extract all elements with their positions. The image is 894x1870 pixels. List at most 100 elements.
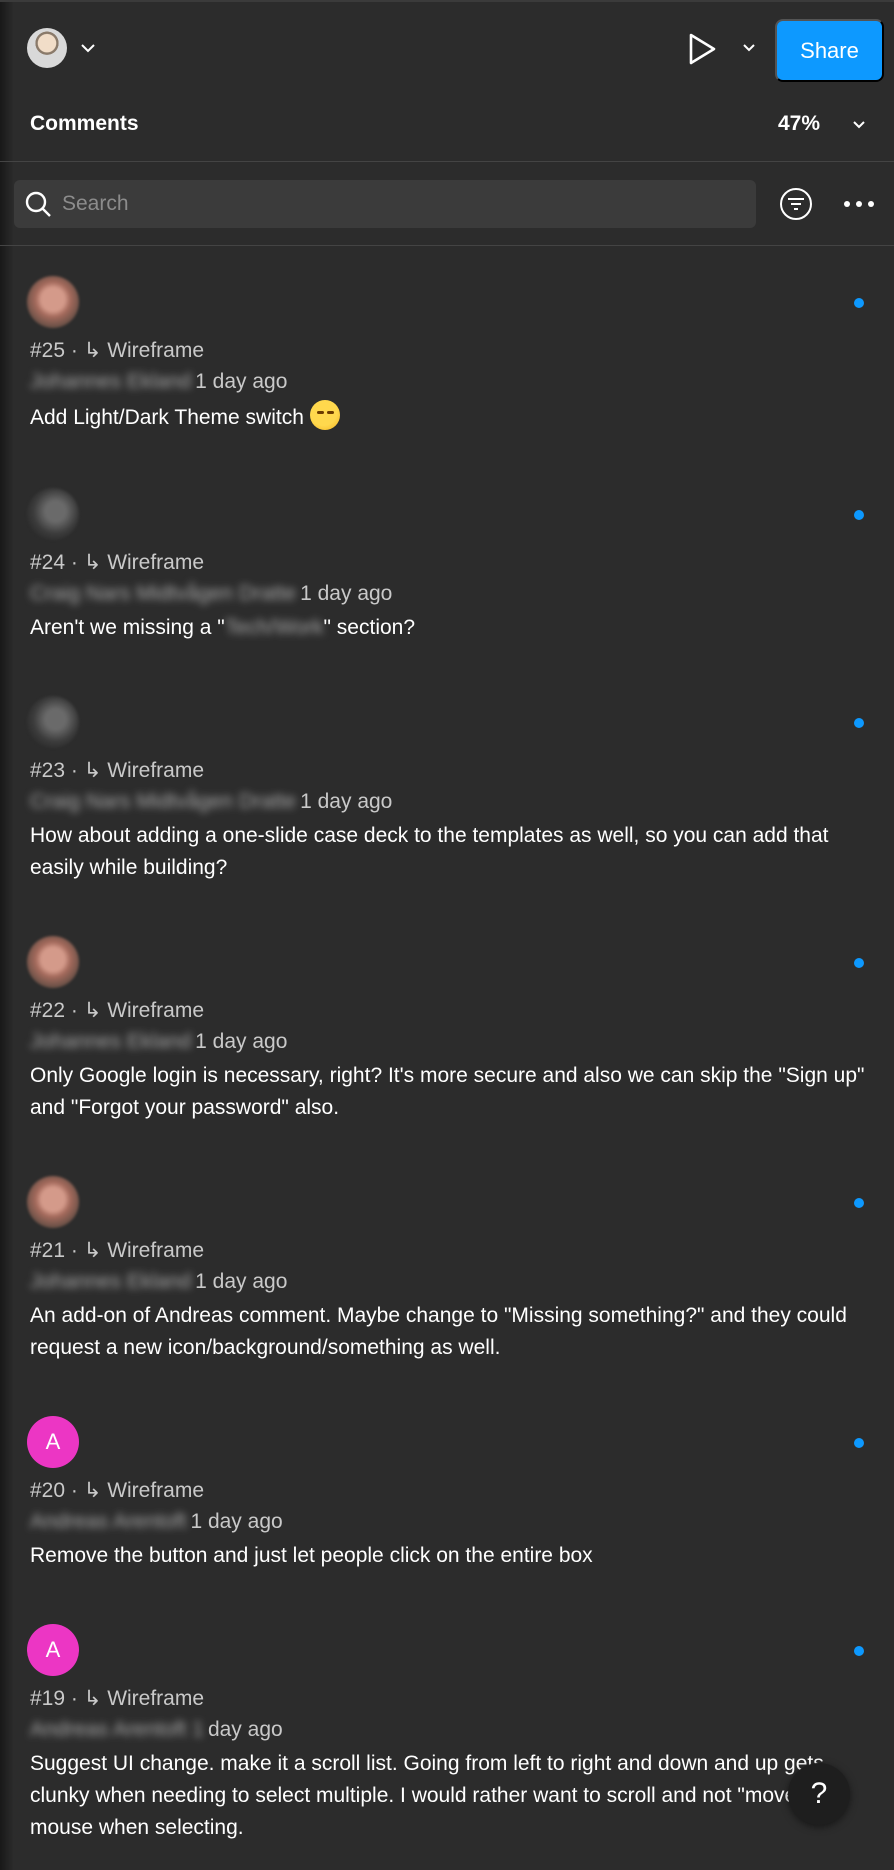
filter-icon[interactable]: [779, 187, 813, 221]
comment-text: Only Google login is necessary, right? I…: [30, 1064, 865, 1119]
comment-time: 1 day ago: [195, 1270, 288, 1293]
search-icon: [25, 191, 51, 217]
comment-time: 1 day ago: [195, 1030, 288, 1053]
comment-author-line: Johannes Ekland 1 day ago: [30, 370, 287, 394]
comments-app: Share Comments 47% #: [0, 0, 894, 1870]
page-name: Wireframe: [107, 999, 205, 1022]
separator: ·: [70, 999, 78, 1022]
comment-author-line: Johannes Ekland 1 day ago: [30, 1270, 287, 1294]
comments-title: Comments: [30, 112, 139, 135]
search-box[interactable]: [14, 180, 756, 228]
separator: ·: [70, 1687, 78, 1710]
unread-dot: [854, 1198, 864, 1208]
comment-text: Suggest UI change. make it a scroll list…: [30, 1752, 839, 1839]
page-name: Wireframe: [107, 1687, 205, 1710]
chevron-down-icon[interactable]: [80, 42, 96, 54]
separator: ·: [70, 339, 78, 362]
comment-text: Remove the button and just let people cl…: [30, 1544, 593, 1567]
reply-arrow-icon: ↳: [83, 1479, 102, 1502]
avatar: [27, 936, 79, 988]
comments-header: Comments 47%: [0, 100, 894, 162]
comment-time: 1 day ago: [300, 790, 393, 813]
author-name: Craig Nars Midtvågen Dratte: [30, 790, 297, 813]
unread-dot: [854, 510, 864, 520]
comment-meta: #21 · ↳ Wireframe: [30, 1238, 204, 1263]
author-name: Andreas Arentoft: [30, 1510, 187, 1533]
page-name: Wireframe: [107, 759, 205, 782]
separator: ·: [70, 1239, 78, 1262]
top-divider: [0, 0, 894, 2]
comment-number: #21: [30, 1239, 66, 1262]
redacted-text: Tech/Work: [224, 616, 324, 639]
comment-time: 1 day ago: [190, 1510, 283, 1533]
comment-number: #19: [30, 1687, 66, 1710]
reply-arrow-icon: ↳: [83, 551, 102, 574]
comment-author-line: Craig Nars Midtvågen Dratte 1 day ago: [30, 582, 392, 606]
unread-dot: [854, 1646, 864, 1656]
comment-author-line: Andreas Arentoft 1 day ago: [30, 1510, 283, 1534]
separator: ·: [70, 759, 78, 782]
zoom-level[interactable]: 47%: [778, 112, 820, 136]
comment-author-line: Johannes Ekland 1 day ago: [30, 1030, 287, 1054]
more-options-icon[interactable]: [843, 197, 875, 211]
unread-dot: [854, 958, 864, 968]
reply-arrow-icon: ↳: [83, 1687, 102, 1710]
comment-author-line: Andreas Arentoft 1 day ago: [30, 1718, 283, 1742]
comment-text: An add-on of Andreas comment. Maybe chan…: [30, 1304, 847, 1359]
comment-text: Aren't we missing a "Tech/Work" section?: [30, 612, 870, 644]
page-name: Wireframe: [107, 1479, 205, 1502]
avatar: A: [27, 1624, 79, 1676]
avatar: [27, 488, 79, 540]
reply-arrow-icon: ↳: [83, 339, 102, 362]
comment-text: Add Light/Dark Theme switch: [30, 400, 870, 434]
comment-number: #25: [30, 339, 66, 362]
separator: ·: [70, 1479, 78, 1502]
comment-number: #20: [30, 1479, 66, 1502]
search-row: [0, 163, 894, 246]
comment-body: Add Light/Dark Theme switch: [30, 406, 304, 429]
user-avatar[interactable]: [27, 28, 67, 68]
chevron-down-icon[interactable]: [852, 120, 866, 130]
comment-number: #22: [30, 999, 66, 1022]
reply-arrow-icon: ↳: [83, 759, 102, 782]
reply-arrow-icon: ↳: [83, 1239, 102, 1262]
help-button[interactable]: ?: [788, 1763, 850, 1825]
comment-body-end: " section?: [323, 616, 416, 639]
author-name: Andreas Arentoft 1: [30, 1718, 204, 1741]
search-input[interactable]: [62, 180, 742, 228]
author-name: Johannes Ekland: [30, 1030, 192, 1053]
comment-meta: #20 · ↳ Wireframe: [30, 1478, 204, 1503]
comment-meta: #23 · ↳ Wireframe: [30, 758, 204, 783]
chevron-down-icon[interactable]: [742, 43, 756, 53]
unread-dot: [854, 718, 864, 728]
comment-number: #23: [30, 759, 66, 782]
avatar: [27, 276, 79, 328]
share-button[interactable]: Share: [775, 19, 884, 82]
comment-meta: #19 · ↳ Wireframe: [30, 1686, 204, 1711]
page-name: Wireframe: [107, 551, 205, 574]
comment-time: 1 day ago: [195, 370, 288, 393]
separator: ·: [70, 551, 78, 574]
top-toolbar: Share: [0, 0, 894, 100]
comment-meta: #24 · ↳ Wireframe: [30, 550, 204, 575]
comment-meta: #22 · ↳ Wireframe: [30, 998, 204, 1023]
comment-time: 1 day ago: [300, 582, 393, 605]
avatar: [27, 696, 79, 748]
page-name: Wireframe: [107, 339, 205, 362]
page-name: Wireframe: [107, 1239, 205, 1262]
unread-dot: [854, 1438, 864, 1448]
comment-number: #24: [30, 551, 66, 574]
reply-arrow-icon: ↳: [83, 999, 102, 1022]
author-name: Johannes Ekland: [30, 370, 192, 393]
unread-dot: [854, 298, 864, 308]
comment-meta: #25 · ↳ Wireframe: [30, 338, 204, 363]
comment-time: day ago: [207, 1718, 283, 1741]
avatar: [27, 1176, 79, 1228]
author-name: Johannes Ekland: [30, 1270, 192, 1293]
play-icon[interactable]: [687, 32, 717, 66]
comment-body: Aren't we missing a ": [30, 616, 225, 639]
author-name: Craig Nars Midtvågen Dratte: [30, 582, 297, 605]
avatar: A: [27, 1416, 79, 1468]
smirk-emoji-icon: [309, 400, 340, 430]
comment-text: How about adding a one-slide case deck t…: [30, 824, 829, 879]
